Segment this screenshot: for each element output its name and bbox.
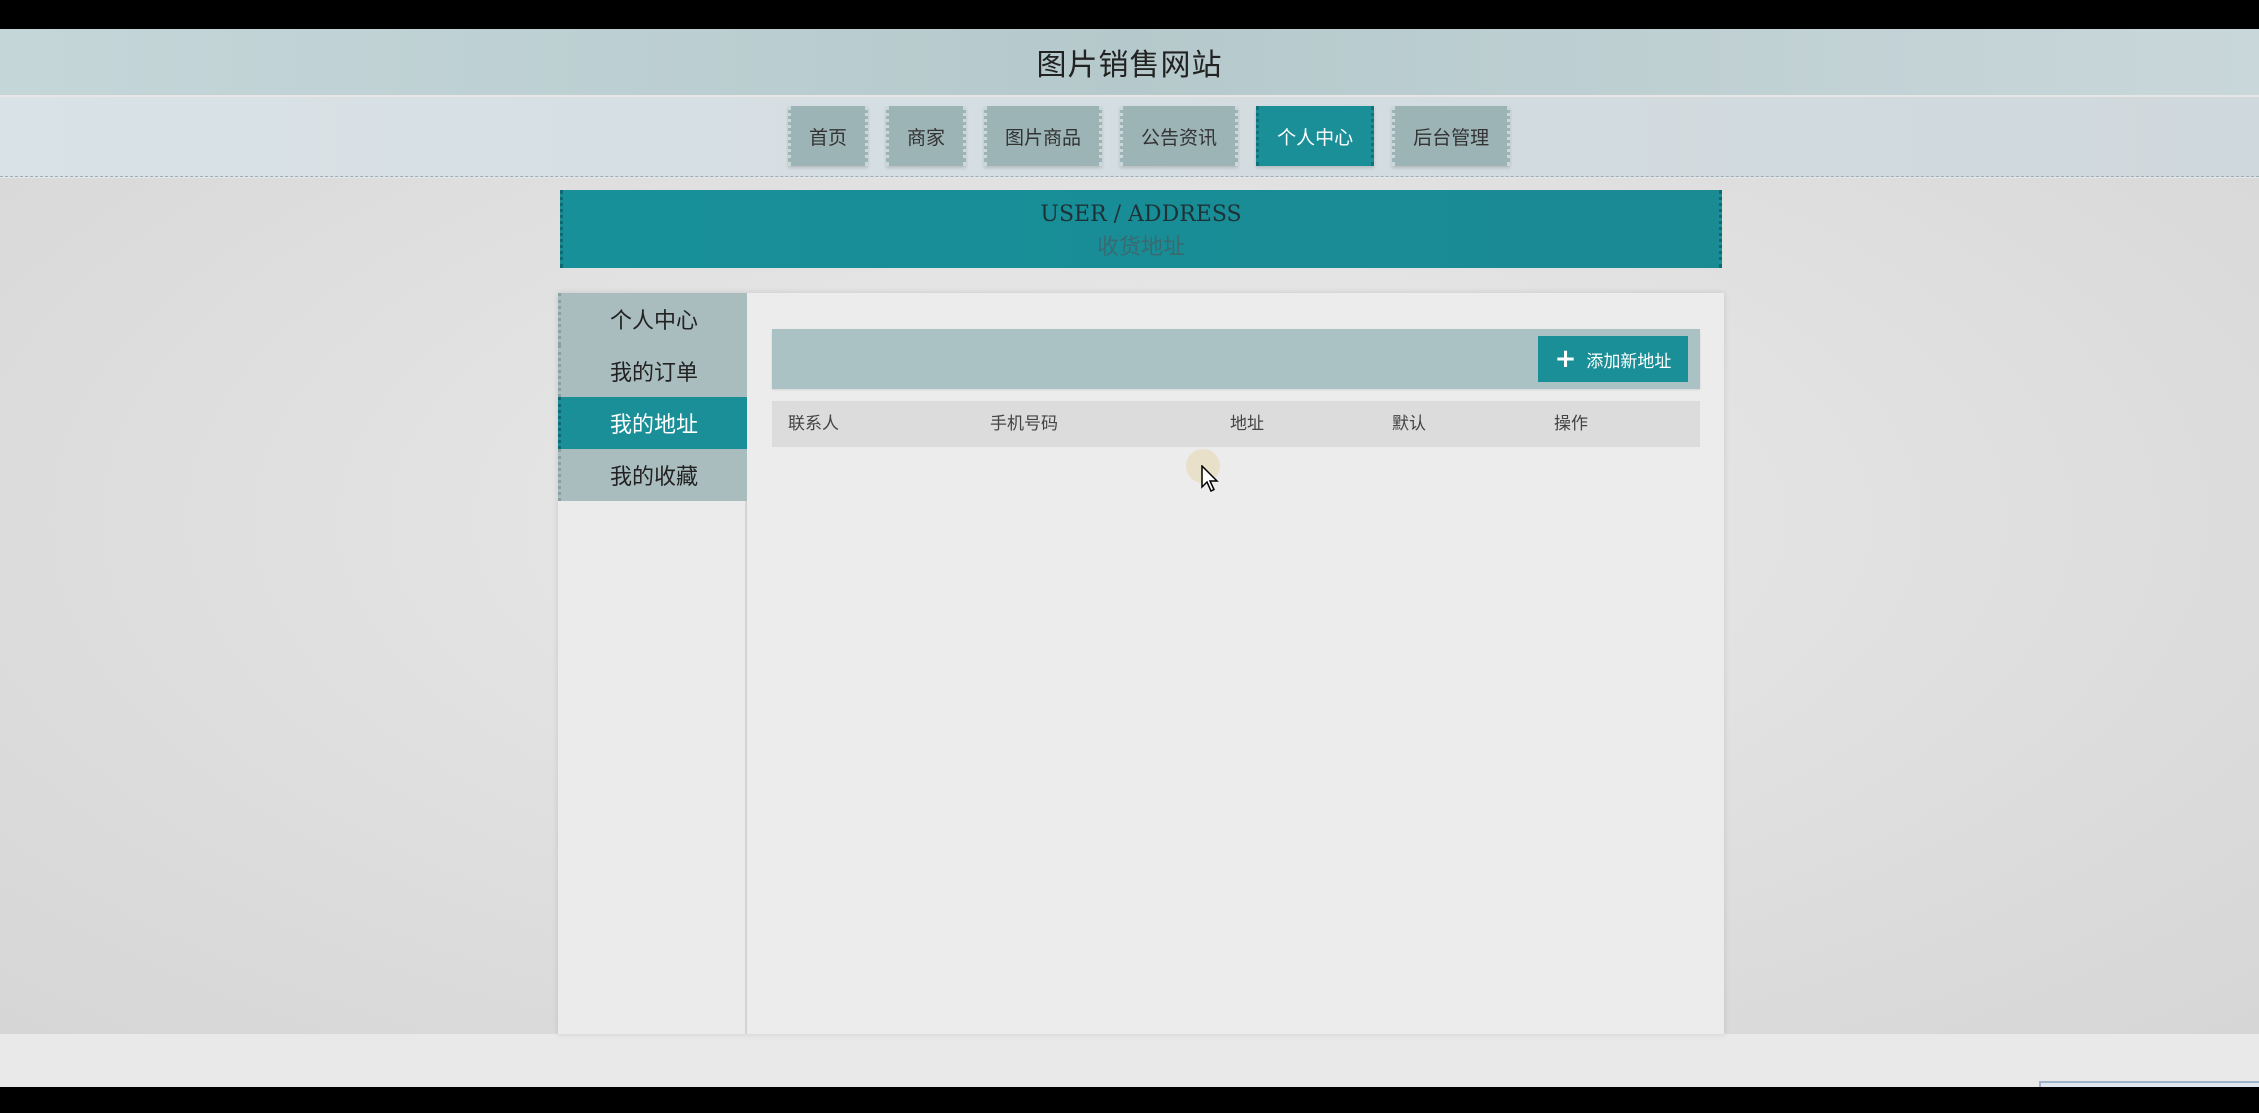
column-header-address: 地址: [1230, 414, 1264, 434]
column-header-default: 默认: [1392, 414, 1426, 434]
column-header-actions: 操作: [1554, 414, 1588, 434]
banner-title-cn: 收货地址: [1096, 235, 1185, 260]
nav-item-announcements[interactable]: 公告资讯: [1120, 106, 1239, 166]
address-main: + 添加新地址 联系人 手机号码 地址 默认 操作: [772, 329, 1700, 447]
nav-item-merchants[interactable]: 商家: [886, 106, 967, 166]
add-address-button[interactable]: + 添加新地址: [1538, 336, 1688, 382]
sidebar-item-my-favorites[interactable]: 我的收藏: [558, 449, 747, 501]
main-nav: 首页 商家 图片商品 公告资讯 个人中心 后台管理: [0, 97, 2259, 177]
page-banner: USER / ADDRESS 收货地址: [560, 190, 1722, 268]
column-header-contact: 联系人: [788, 414, 839, 434]
nav-item-admin[interactable]: 后台管理: [1392, 106, 1511, 166]
ime-toolbar[interactable]: Q 中 ☾ °, ⌨ ✎: [2039, 1081, 2259, 1087]
sidebar-item-personal-center[interactable]: 个人中心: [558, 293, 747, 345]
footer-strip: [0, 1034, 2259, 1087]
column-header-phone: 手机号码: [990, 414, 1058, 434]
plus-icon: +: [1554, 344, 1577, 374]
nav-item-personal-center[interactable]: 个人中心: [1256, 106, 1375, 166]
nav-item-image-products[interactable]: 图片商品: [984, 106, 1103, 166]
browser-viewport: 图片销售网站 首页 商家 图片商品 公告资讯 个人中心 后台管理 USER / …: [0, 29, 2259, 1087]
content-panel: 个人中心 我的订单 我的地址 我的收藏 + 添加新地址 联系人 手机号码 地址 …: [558, 293, 1724, 1034]
site-title: 图片销售网站: [1036, 48, 1223, 83]
sidebar: 个人中心 我的订单 我的地址 我的收藏: [558, 293, 747, 1034]
nav-item-home[interactable]: 首页: [788, 106, 869, 166]
sidebar-item-my-orders[interactable]: 我的订单: [558, 345, 747, 397]
site-header: 图片销售网站: [0, 29, 2259, 95]
address-toolbar: + 添加新地址: [772, 329, 1700, 389]
banner-title-en: USER / ADDRESS: [1040, 202, 1242, 227]
add-address-label: 添加新地址: [1586, 351, 1672, 372]
address-table-header: 联系人 手机号码 地址 默认 操作: [772, 401, 1700, 447]
sidebar-item-my-address[interactable]: 我的地址: [558, 397, 747, 449]
mouse-cursor-icon: [1201, 465, 1219, 493]
